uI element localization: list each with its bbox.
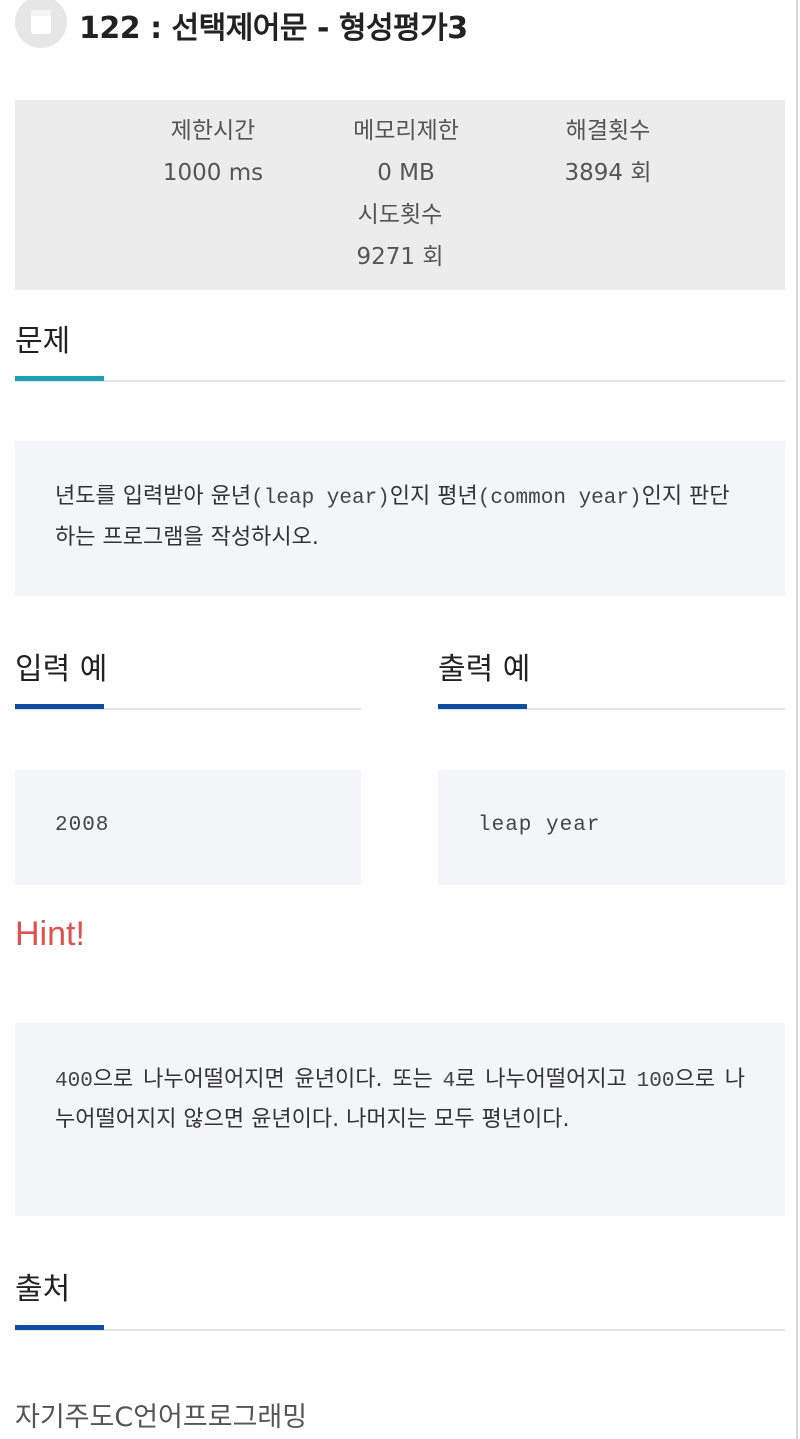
hint-text-2: 로 나누어떨어지고 [455, 1067, 637, 1092]
problem-heading: 문제 [15, 324, 71, 359]
book-icon [15, 0, 67, 48]
input-example-accent-bar [15, 704, 104, 709]
hint-text-1: 으로 나누어떨어지면 윤년이다. 또는 [92, 1067, 443, 1092]
stat-attempts: 시도횟수 9271 회 [325, 200, 475, 272]
stat-solved: 해결횟수 3894 회 [533, 116, 683, 188]
input-example-value: 2008 [55, 814, 110, 837]
hint-number-100: 100 [636, 1070, 675, 1093]
hint-heading: Hint! [15, 915, 85, 953]
output-example-box: leap year [438, 770, 785, 885]
attempts-value: 9271 회 [356, 244, 444, 270]
output-example-value: leap year [478, 814, 601, 837]
input-example-heading: 입력 예 [15, 652, 108, 687]
source-value: 자기주도C언어프로그래밍 [15, 1402, 308, 1433]
hint-box: 400으로 나누어떨어지면 윤년이다. 또는 4로 나누어떨어지고 100으로 … [15, 1023, 785, 1216]
solved-value: 3894 회 [564, 160, 652, 186]
page-header: 122 : 선택제어문 - 형성평가3 [15, 0, 468, 50]
hint-number-4: 4 [442, 1070, 456, 1093]
source-heading: 출처 [15, 1272, 71, 1307]
problem-description-box: 년도를 입력받아 윤년(leap year)인지 평년(common year)… [15, 441, 785, 596]
stat-memory-limit: 메모리제한 0 MB [331, 116, 481, 188]
problem-text-mono-2: (common year) [477, 487, 642, 510]
hint-number-400: 400 [55, 1070, 93, 1093]
problem-accent-bar [15, 376, 104, 381]
time-limit-value: 1000 ms [162, 160, 264, 186]
problem-stats: 제한시간 1000 ms 메모리제한 0 MB 해결횟수 3894 회 시도횟수… [15, 100, 785, 290]
input-example-box: 2008 [15, 770, 361, 885]
problem-text-mono-1: (leap year) [251, 487, 390, 510]
problem-text-2: 인지 평년 [389, 484, 478, 509]
source-divider [15, 1329, 785, 1331]
problem-divider [15, 380, 785, 382]
attempts-label: 시도횟수 [357, 202, 443, 228]
problem-text-1: 년도를 입력받아 윤년 [55, 484, 252, 509]
problem-page: 122 : 선택제어문 - 형성평가3 제한시간 1000 ms 메모리제한 0… [0, 0, 800, 1439]
time-limit-label: 제한시간 [170, 118, 256, 144]
hint-text: 400으로 나누어떨어지면 윤년이다. 또는 4로 나누어떨어지고 100으로 … [55, 1061, 745, 1139]
source-accent-bar [15, 1325, 104, 1330]
memory-limit-value: 0 MB [377, 160, 435, 186]
output-example-heading: 출력 예 [438, 652, 531, 687]
stat-time-limit: 제한시간 1000 ms [138, 116, 288, 188]
solved-label: 해결횟수 [565, 118, 651, 144]
memory-limit-label: 메모리제한 [353, 118, 459, 144]
problem-description: 년도를 입력받아 윤년(leap year)인지 평년(common year)… [55, 477, 745, 557]
scrollbar-edge [796, 0, 798, 1439]
page-title: 122 : 선택제어문 - 형성평가3 [79, 11, 468, 46]
output-example-accent-bar [438, 704, 527, 709]
